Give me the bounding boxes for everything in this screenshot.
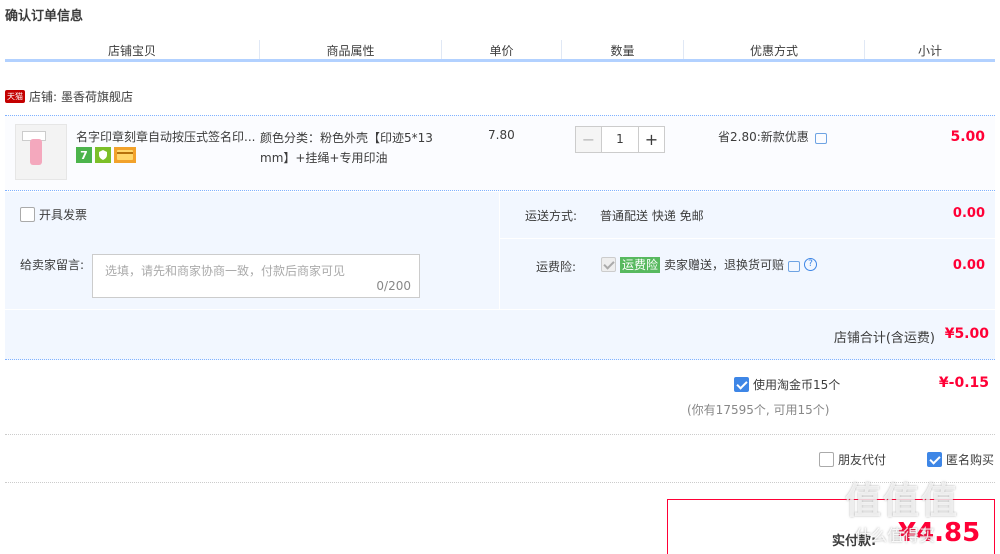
insurance-option: 运费险 卖家赠送，退换货可赔 ? [601,256,818,273]
watermark-text: 什么值得买 [855,526,936,545]
insurance-label: 运费险: [536,260,577,274]
shop-header: 天猫 店铺: 墨香荷旗舰店 [5,88,133,105]
memo-textarea[interactable]: 选填，请先和商家协商一致，付款后商家可见 0/200 [92,254,420,298]
coins-discount: ¥-0.15 [938,375,989,391]
thumbnail-stamp [30,139,42,165]
shipping-fee: 0.00 [952,206,985,221]
coins-balance: (你有17595个, 可用15个) [687,403,830,417]
qty-minus-button[interactable]: − [575,126,602,153]
promo-text: 省2.80:新款优惠 [718,130,809,144]
page-title: 确认订单信息 [5,9,84,24]
col-header-subtotal: 小计 [917,44,942,58]
col-header-qty: 数量 [562,40,684,59]
watermark-logo: 值值值 [845,481,960,522]
coins-label: 使用淘金币15个 [753,378,841,392]
col-header-price: 单价 [442,40,562,59]
attr-line-2: mm】+挂绳+专用印油 [260,151,388,165]
qty-plus-button[interactable]: + [638,126,665,153]
memo-char-count: 0/200 [376,279,411,293]
invoice-option[interactable]: 开具发票 [20,206,87,223]
shop-name-link[interactable]: 墨香荷旗舰店 [61,88,133,105]
memo-label: 给卖家留言: [20,258,85,272]
shop-total-label: 店铺合计(含运费) [833,331,935,346]
anonymous-label: 匿名购买 [946,453,995,467]
friend-pay-label: 朋友代付 [838,453,887,467]
col-header-item: 店铺宝贝 [5,40,260,59]
insurance-checkbox [601,257,616,272]
friend-pay-option[interactable]: 朋友代付 [819,451,886,468]
coins-option[interactable]: 使用淘金币15个 [734,376,840,393]
attr-line-1: 颜色分类：粉色外壳【印迹5*13 [260,131,433,145]
credit-card-icon[interactable] [114,147,136,163]
guarantee-icon[interactable] [95,147,111,163]
insurance-tag: 运费险 [620,256,661,273]
memo-placeholder: 选填，请先和商家协商一致，付款后商家可见 [105,264,346,278]
col-header-promo: 优惠方式 [684,40,865,59]
friend-pay-checkbox[interactable] [819,452,834,467]
column-headers: 店铺宝贝 商品属性 单价 数量 优惠方式 小计 [5,40,995,62]
shipping-method: 普通配送 快递 免邮 [600,209,704,223]
shop-total-amount: ¥5.00 [944,326,989,342]
invoice-checkbox[interactable] [20,207,35,222]
insurance-fee: 0.00 [952,258,985,273]
help-icon[interactable]: ? [804,258,818,271]
order-options-panel: 开具发票 给卖家留言: 选填，请先和商家协商一致，付款后商家可见 0/200 运… [5,192,995,309]
tmall-icon: 天猫 [5,90,25,103]
service-badges: 7 [76,147,136,163]
chat-bubble-icon[interactable] [788,261,801,272]
product-thumbnail[interactable] [15,124,67,180]
product-name-link[interactable]: 名字印章刻章自动按压式签名印... [76,128,261,145]
quantity-stepper: − 1 + [575,126,665,153]
coins-checkbox[interactable] [734,377,749,392]
panel-divider-horizontal [499,238,995,239]
unit-price: 7.80 [488,128,515,142]
insurance-desc: 卖家赠送，退换货可赔 [664,258,785,272]
divider [5,434,995,435]
promotion: 省2.80:新款优惠 [718,128,827,145]
chat-bubble-icon[interactable] [814,133,827,144]
seven-day-return-icon[interactable]: 7 [76,147,92,163]
shop-label: 店铺: [29,90,58,104]
order-item-row: 名字印章刻章自动按压式签名印... 7 颜色分类：粉色外壳【印迹5*13 mm】… [5,115,995,191]
col-header-attr: 商品属性 [260,40,442,59]
anonymous-checkbox[interactable] [927,452,942,467]
qty-input[interactable]: 1 [602,126,638,153]
shipping-label: 运送方式: [525,209,578,223]
anonymous-option[interactable]: 匿名购买 [927,451,994,468]
shop-total-row: 店铺合计(含运费) ¥5.00 [5,310,995,360]
product-attributes: 颜色分类：粉色外壳【印迹5*13 mm】+挂绳+专用印油 [260,128,450,168]
panel-divider-vertical [499,192,500,309]
item-subtotal: 5.00 [950,129,985,145]
invoice-label: 开具发票 [39,208,88,222]
